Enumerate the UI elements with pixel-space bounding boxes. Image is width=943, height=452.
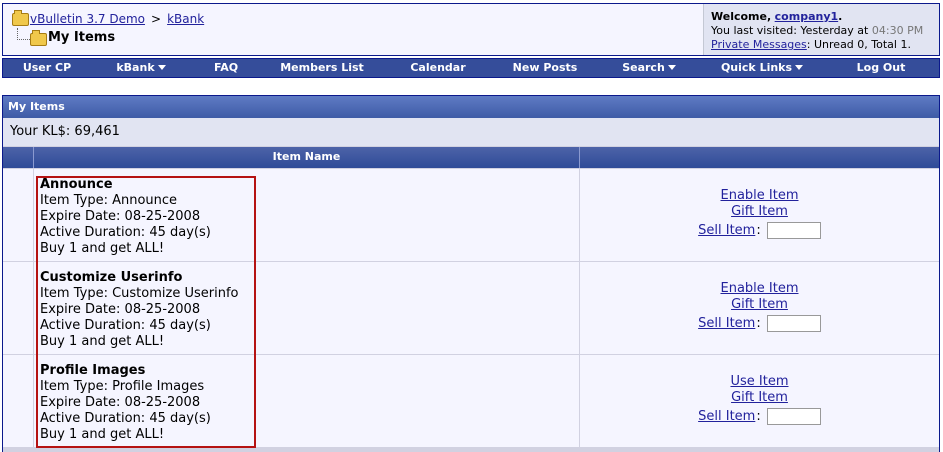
- welcome-greeting: Welcome,: [711, 10, 772, 23]
- header-actions: [580, 147, 939, 168]
- arrow-down-icon: [795, 65, 804, 70]
- gift-item-link[interactable]: Gift Item: [731, 204, 788, 219]
- enable-item-link[interactable]: Enable Item: [720, 188, 798, 203]
- sell-item-link[interactable]: Sell Item: [698, 316, 755, 331]
- sell-item-link[interactable]: Sell Item: [698, 223, 755, 238]
- welcome-period: .: [838, 10, 843, 23]
- breadcrumb-separator: >: [151, 12, 162, 26]
- header-item-name: Item Name: [34, 147, 580, 168]
- last-visit-time: 04:30 PM: [871, 24, 924, 37]
- nav-faq[interactable]: FAQ: [191, 59, 261, 77]
- page-header: vBulletin 3.7 Demo > kBank My Items Welcom…: [2, 3, 940, 56]
- item-actions: Enable Item Gift Item Sell Item:: [580, 169, 939, 261]
- welcome-panel: Welcome, company1. You last visited: Yes…: [703, 4, 939, 55]
- private-messages-link[interactable]: Private Messages: [711, 38, 807, 51]
- arrow-down-icon: [157, 65, 166, 70]
- sell-price-input[interactable]: [766, 315, 821, 332]
- arrow-down-icon: [667, 65, 676, 70]
- enable-item-link[interactable]: Enable Item: [720, 281, 798, 296]
- folder-icon: [12, 10, 29, 26]
- nav-search[interactable]: Search: [597, 59, 701, 77]
- breadcrumb-root-link[interactable]: vBulletin 3.7 Demo: [30, 12, 145, 26]
- header-blank: [3, 147, 34, 168]
- breadcrumb: vBulletin 3.7 Demo > kBank My Items: [3, 4, 703, 55]
- gift-item-link[interactable]: Gift Item: [731, 297, 788, 312]
- kl-balance: Your KL$: 69,461: [3, 118, 939, 146]
- nav-new-posts[interactable]: New Posts: [493, 59, 597, 77]
- nav-calendar[interactable]: Calendar: [383, 59, 493, 77]
- gift-item-link[interactable]: Gift Item: [731, 390, 788, 405]
- use-item-link[interactable]: Use Item: [730, 374, 788, 389]
- item-actions: Use Item Gift Item Sell Item:: [580, 355, 939, 447]
- navbar: User CP kBank FAQ Members List Calendar …: [2, 58, 940, 78]
- highlight-box: [36, 176, 256, 448]
- sell-item-link[interactable]: Sell Item: [698, 409, 755, 424]
- page-title: My Items: [48, 30, 116, 45]
- nav-user-cp[interactable]: User CP: [3, 59, 91, 77]
- sell-price-input[interactable]: [766, 408, 821, 425]
- nav-members-list[interactable]: Members List: [261, 59, 383, 77]
- username-link[interactable]: company1: [775, 10, 839, 23]
- pm-status: : Unread 0, Total 1.: [806, 38, 911, 51]
- breadcrumb-kbank-link[interactable]: kBank: [167, 12, 204, 26]
- nav-kbank[interactable]: kBank: [91, 59, 191, 77]
- section-title: My Items: [3, 96, 939, 118]
- nav-quick-links[interactable]: Quick Links: [701, 59, 823, 77]
- item-actions: Enable Item Gift Item Sell Item:: [580, 262, 939, 354]
- folder-open-icon: [30, 30, 47, 46]
- last-visit-text: You last visited: Yesterday at: [711, 24, 869, 37]
- table-header: Item Name: [3, 147, 939, 168]
- nav-log-out[interactable]: Log Out: [823, 59, 939, 77]
- sell-price-input[interactable]: [766, 222, 821, 239]
